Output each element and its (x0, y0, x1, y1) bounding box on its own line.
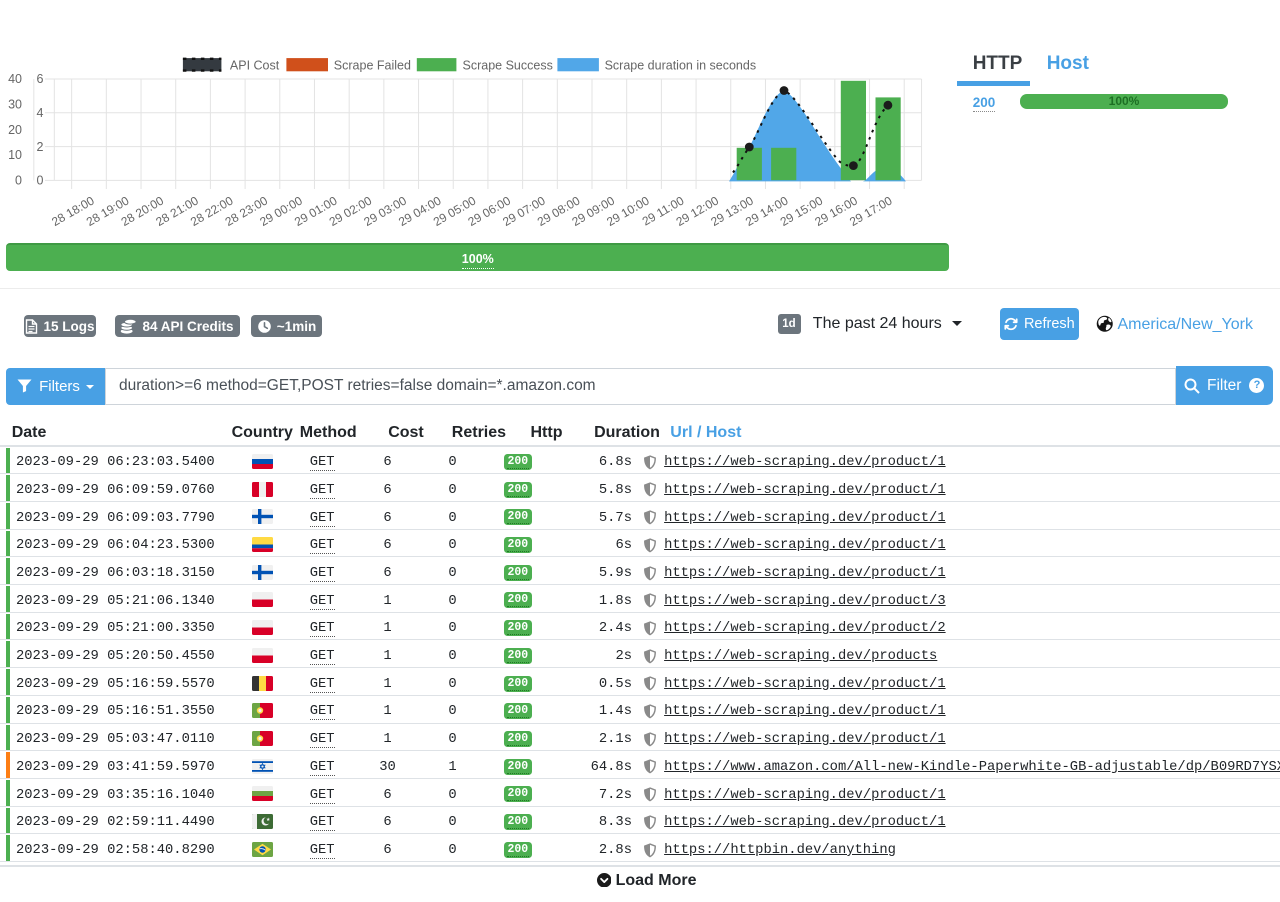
svg-text:40: 40 (8, 72, 22, 86)
svg-text:Scrape duration in seconds: Scrape duration in seconds (605, 58, 756, 72)
svg-text:10: 10 (8, 148, 22, 162)
svg-text:6: 6 (37, 72, 44, 86)
svg-text:0: 0 (37, 174, 44, 188)
svg-text:4: 4 (37, 106, 44, 120)
svg-text:2: 2 (37, 140, 44, 154)
svg-text:30: 30 (8, 98, 22, 112)
svg-text:Scrape Success: Scrape Success (463, 58, 553, 72)
svg-text:API Cost: API Cost (230, 58, 280, 72)
svg-text:20: 20 (8, 123, 22, 137)
svg-text:Scrape Failed: Scrape Failed (334, 58, 411, 72)
svg-text:0: 0 (15, 174, 22, 188)
